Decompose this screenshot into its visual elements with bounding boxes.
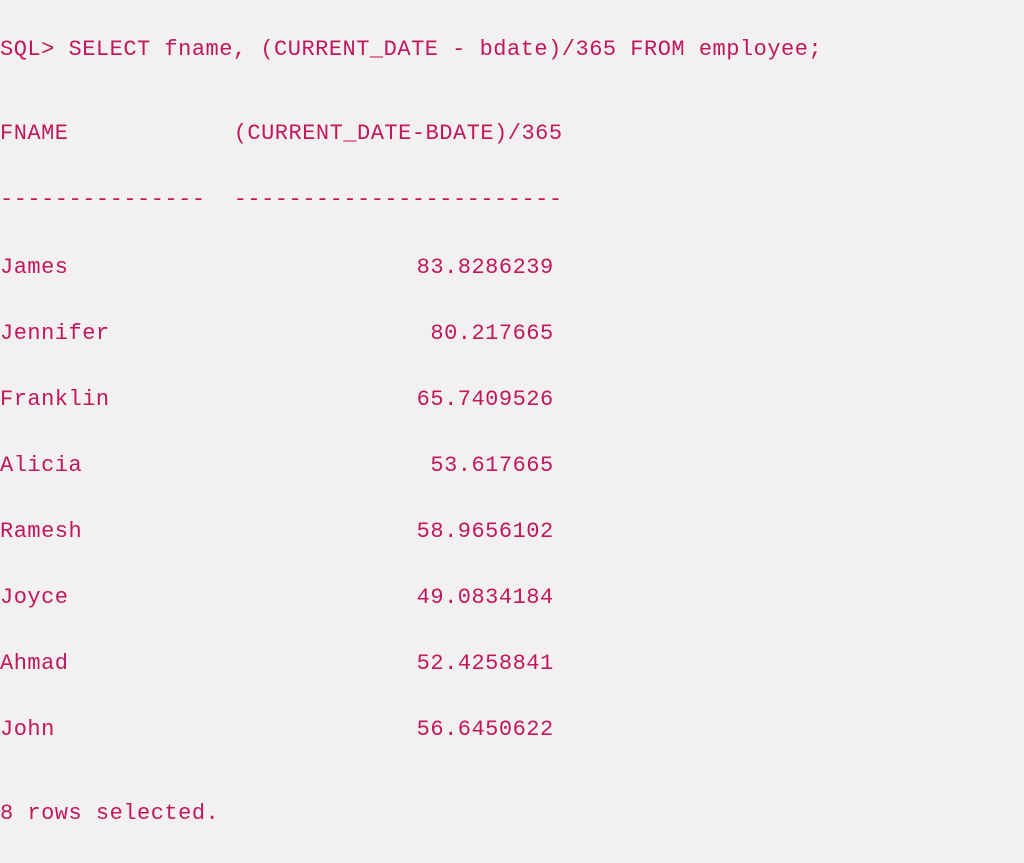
cell-value: 53.617665 (234, 449, 554, 482)
cell-fname: Joyce (0, 581, 220, 614)
sql-prompt-line: SQL> SELECT fname, (CURRENT_DATE - bdate… (0, 33, 1024, 66)
result-header: FNAME (CURRENT_DATE-BDATE)/365 (0, 117, 1024, 150)
table-row: James 83.8286239 (0, 251, 1024, 284)
cell-value: 58.9656102 (234, 515, 554, 548)
cell-fname: Franklin (0, 383, 220, 416)
sql-prompt: SQL> (0, 37, 55, 62)
cell-value: 80.217665 (234, 317, 554, 350)
result-divider: --------------- ------------------------ (0, 183, 1024, 216)
cell-value: 56.6450622 (234, 713, 554, 746)
cell-value: 52.4258841 (234, 647, 554, 680)
table-row: Alicia 53.617665 (0, 449, 1024, 482)
table-row: Ahmad 52.4258841 (0, 647, 1024, 680)
cell-fname: James (0, 251, 220, 284)
cell-fname: John (0, 713, 220, 746)
cell-fname: Ahmad (0, 647, 220, 680)
sql-terminal: SQL> SELECT fname, (CURRENT_DATE - bdate… (0, 0, 1024, 863)
header-fname: FNAME (0, 117, 220, 150)
cell-value: 83.8286239 (234, 251, 554, 284)
cell-fname: Ramesh (0, 515, 220, 548)
table-row: Joyce 49.0834184 (0, 581, 1024, 614)
sql-query: SELECT fname, (CURRENT_DATE - bdate)/365… (69, 37, 823, 62)
table-row: Ramesh 58.9656102 (0, 515, 1024, 548)
table-row: Franklin 65.7409526 (0, 383, 1024, 416)
cell-fname: Jennifer (0, 317, 220, 350)
divider-col1: --------------- (0, 183, 220, 216)
header-calc: (CURRENT_DATE-BDATE)/365 (234, 117, 554, 150)
cell-fname: Alicia (0, 449, 220, 482)
cell-value: 49.0834184 (234, 581, 554, 614)
result-footer: 8 rows selected. (0, 797, 1024, 830)
table-row: John 56.6450622 (0, 713, 1024, 746)
divider-col2: ------------------------ (234, 183, 554, 216)
cell-value: 65.7409526 (234, 383, 554, 416)
table-row: Jennifer 80.217665 (0, 317, 1024, 350)
